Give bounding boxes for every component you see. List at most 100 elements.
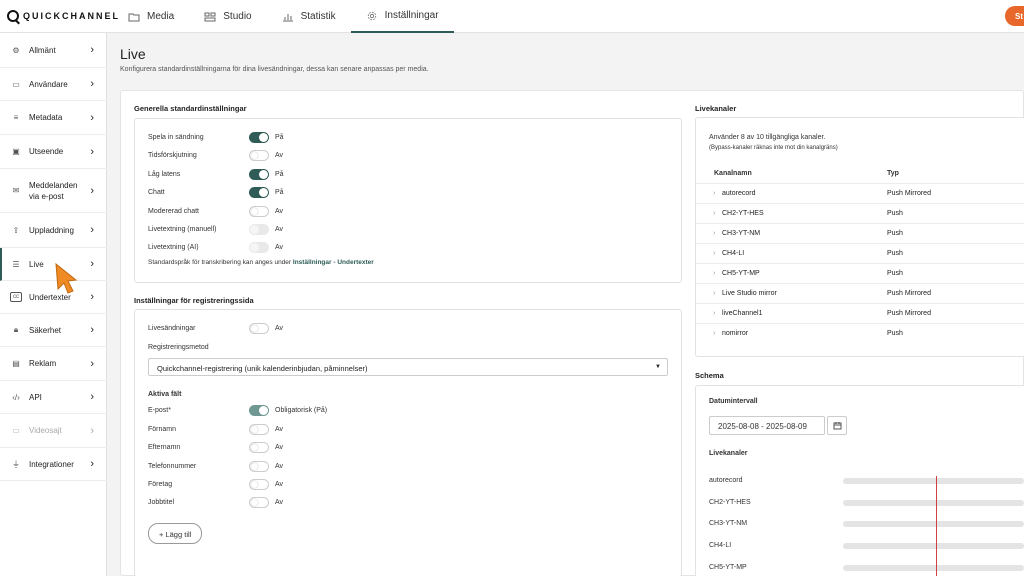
toggle-modererad-chatt[interactable] bbox=[249, 206, 269, 217]
channel-type: Push Mirrored bbox=[887, 310, 931, 317]
toggle-epost[interactable] bbox=[249, 405, 269, 416]
setting-label: Låg latens bbox=[148, 171, 181, 178]
nav-installningar[interactable]: Inställningar bbox=[350, 0, 454, 33]
schema-channel: autorecord bbox=[709, 477, 743, 484]
sidebar-item-metadata[interactable]: ≡ Metadata › bbox=[0, 101, 107, 135]
nav-media[interactable]: Media bbox=[113, 0, 189, 33]
sidebar-item-sakerhet[interactable]: 🔒︎ Säkerhet › bbox=[0, 314, 107, 347]
channel-name: CH3-YT-NM bbox=[722, 230, 761, 237]
setting-label: Spela in sändning bbox=[148, 134, 204, 141]
chevron-right-icon: › bbox=[90, 258, 94, 270]
sidebar-item-utseende[interactable]: ▣ Utseende › bbox=[0, 135, 107, 169]
toggle-telefonnummer[interactable] bbox=[249, 461, 269, 472]
registration-method-select[interactable]: Quickchannel-registrering (unik kalender… bbox=[148, 358, 668, 376]
setting-label: Livesändningar bbox=[148, 325, 196, 332]
toggle-value: På bbox=[275, 189, 284, 196]
cc-icon: cc bbox=[10, 292, 22, 302]
toggle-lag-latens[interactable] bbox=[249, 169, 269, 180]
setting-label: Modererad chatt bbox=[148, 208, 199, 215]
channel-name: nomirror bbox=[722, 330, 749, 337]
date-range-label: Datumintervall bbox=[709, 398, 758, 405]
sidebar-item-videosajt[interactable]: ▭ Videosajt › bbox=[0, 414, 107, 448]
sidebar-item-anvandare[interactable]: ▭ Användare › bbox=[0, 68, 107, 101]
page-title: Live bbox=[120, 46, 146, 62]
settings-sidebar: ⚙ Allmänt › ▭ Användare › ≡ Metadata › ▣ Utseen… bbox=[0, 33, 107, 576]
table-row[interactable]: › Live Studio mirror Push Mirrored bbox=[696, 283, 1024, 303]
toggle-value: Av bbox=[275, 426, 284, 433]
nav-statistik[interactable]: Statistik bbox=[267, 0, 351, 33]
registration-heading: Inställningar för registreringssida bbox=[134, 296, 254, 305]
table-row[interactable]: › autorecord Push Mirrored bbox=[696, 183, 1024, 203]
chevron-right-icon: › bbox=[713, 270, 716, 277]
toggle-value: Obligatorisk (På) bbox=[275, 407, 328, 414]
now-indicator bbox=[936, 476, 937, 576]
sidebar-item-label: API bbox=[29, 392, 42, 402]
table-row[interactable]: › CH3-YT-NM Push bbox=[696, 223, 1024, 243]
lock-icon: 🔒︎ bbox=[13, 325, 19, 334]
sidebar-item-integrationer[interactable]: ⏚ Integrationer › bbox=[0, 448, 107, 481]
channel-type: Push bbox=[887, 250, 903, 257]
table-row[interactable]: › CH2-YT-HES Push bbox=[696, 203, 1024, 223]
schedule-bar bbox=[843, 500, 1024, 506]
chevron-right-icon: › bbox=[90, 357, 94, 370]
sidebar-item-label: Videosajt bbox=[29, 426, 62, 435]
chevron-right-icon: › bbox=[713, 190, 716, 197]
nav-media-label: Media bbox=[147, 11, 175, 22]
field-label: Telefonnummer bbox=[148, 463, 197, 470]
date-range-input[interactable]: 2025-08-08 - 2025-08-09 bbox=[709, 416, 825, 435]
toggle-fornamn[interactable] bbox=[249, 424, 269, 435]
sidebar-item-label: Live bbox=[29, 259, 44, 269]
sidebar-item-label2: via e-post bbox=[29, 191, 64, 201]
add-field-button[interactable]: + Lägg till bbox=[148, 523, 203, 544]
sidebar-item-reklam[interactable]: ▤ Reklam › bbox=[0, 347, 107, 381]
toggle-value: Av bbox=[275, 444, 284, 451]
field-label: Förnamn bbox=[148, 426, 177, 433]
sidebar-item-meddelanden[interactable]: ✉ Meddelanden via e-post › bbox=[0, 169, 107, 213]
chevron-right-icon: › bbox=[90, 78, 94, 90]
table-row[interactable]: › liveChannel1 Push Mirrored bbox=[696, 303, 1024, 323]
table-row[interactable]: › CH4-LI Push bbox=[696, 243, 1024, 263]
table-row[interactable]: › CH5-YT-MP Push bbox=[696, 263, 1024, 283]
toggle-livetextning-manuell[interactable] bbox=[249, 224, 269, 235]
toggle-jobbtitel[interactable] bbox=[249, 497, 269, 508]
sidebar-item-allmant[interactable]: ⚙ Allmänt › bbox=[0, 33, 107, 68]
toggle-chatt[interactable] bbox=[249, 187, 269, 198]
sidebar-item-label: Utseende bbox=[29, 147, 64, 156]
subtitles-settings-link[interactable]: Inställningar - Undertexter bbox=[293, 259, 374, 266]
gear-icon: ⚙ bbox=[12, 45, 20, 55]
logo[interactable]: QUICKCHANNEL bbox=[7, 10, 120, 22]
nav-studio[interactable]: Studio bbox=[189, 0, 266, 33]
toggle-value: Av bbox=[275, 208, 284, 215]
channel-name: CH4-LI bbox=[722, 250, 745, 257]
caret-down-icon: ▼ bbox=[655, 364, 661, 370]
field-label: Jobbtitel bbox=[148, 499, 175, 506]
sidebar-item-uppladdning[interactable]: ⇪ Uppladdning › bbox=[0, 213, 107, 248]
code-icon: ‹/› bbox=[12, 392, 20, 402]
toggle-tidsforskjutning[interactable] bbox=[249, 150, 269, 161]
sidebar-item-label: Säkerhet bbox=[29, 325, 62, 335]
channel-name: autorecord bbox=[722, 190, 756, 197]
setting-label: Chatt bbox=[148, 189, 165, 196]
calendar-icon[interactable] bbox=[827, 416, 847, 435]
schedule-bar bbox=[843, 478, 1024, 484]
studio-icon bbox=[204, 12, 216, 21]
sidebar-item-api[interactable]: ‹/› API › bbox=[0, 381, 107, 414]
channel-type: Push Mirrored bbox=[887, 190, 931, 197]
chevron-right-icon: › bbox=[90, 184, 94, 197]
toggle-efternamn[interactable] bbox=[249, 442, 269, 453]
table-row[interactable]: › nomirror Push bbox=[696, 323, 1024, 343]
chevron-right-icon: › bbox=[90, 145, 94, 158]
toggle-value: På bbox=[275, 171, 284, 178]
toggle-spela-in[interactable] bbox=[249, 132, 269, 143]
toggle-foretag[interactable] bbox=[249, 479, 269, 490]
top-action-button[interactable]: St bbox=[1005, 6, 1024, 26]
schema-heading: Schema bbox=[695, 371, 724, 380]
schedule-bar bbox=[843, 543, 1024, 549]
toggle-livesandningar[interactable] bbox=[249, 323, 269, 334]
chevron-right-icon: › bbox=[90, 224, 94, 236]
chevron-right-icon: › bbox=[713, 330, 716, 337]
toggle-livetextning-ai[interactable] bbox=[249, 242, 269, 253]
setting-label: Tidsförskjutning bbox=[148, 152, 197, 159]
chevron-right-icon: › bbox=[90, 458, 94, 470]
field-label: Efternamn bbox=[148, 444, 181, 451]
